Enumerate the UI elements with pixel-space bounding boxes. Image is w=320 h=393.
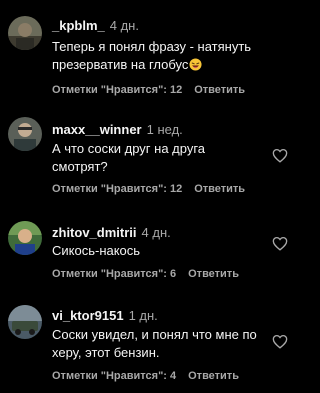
comment-text: Соски увидел, и понял что мне по херу, э… (52, 327, 257, 360)
avatar[interactable] (8, 305, 42, 339)
avatar[interactable] (8, 16, 42, 50)
likes-count[interactable]: Отметки "Нравится": 6 (52, 268, 176, 280)
likes-count[interactable]: Отметки "Нравится": 12 (52, 84, 182, 96)
timestamp: 4 дн. (141, 225, 171, 240)
timestamp: 1 нед. (146, 122, 183, 137)
comment-text: А что соски друг на друга смотрят? (52, 141, 206, 174)
username[interactable]: vi_ktor9151 (52, 308, 124, 323)
reply-button[interactable]: Ответить (194, 183, 245, 195)
comment-text: Теперь я понял фразу - натянуть презерва… (52, 38, 262, 74)
avatar[interactable] (8, 221, 42, 255)
timestamp: 1 дн. (128, 308, 158, 323)
likes-count[interactable]: Отметки "Нравится": 4 (52, 370, 176, 382)
comment-text: Сикось-накось (52, 243, 141, 258)
comment-text-body: Теперь я понял фразу - натянуть презерва… (52, 39, 252, 72)
reply-button[interactable]: Ответить (188, 268, 239, 280)
heart-outline-icon[interactable] (272, 334, 288, 349)
timestamp: 4 дн. (109, 18, 139, 33)
laughing-face-emoji (189, 58, 202, 71)
likes-count[interactable]: Отметки "Нравится": 12 (52, 183, 182, 195)
heart-outline-icon[interactable] (272, 236, 288, 251)
reply-button[interactable]: Ответить (188, 370, 239, 382)
heart-outline-icon[interactable] (272, 148, 288, 163)
reply-button[interactable]: Ответить (194, 84, 245, 96)
avatar[interactable] (8, 117, 42, 151)
username[interactable]: maxx__winner (52, 122, 142, 137)
username[interactable]: _kpblm_ (52, 18, 105, 33)
username[interactable]: zhitov_dmitrii (52, 225, 137, 240)
